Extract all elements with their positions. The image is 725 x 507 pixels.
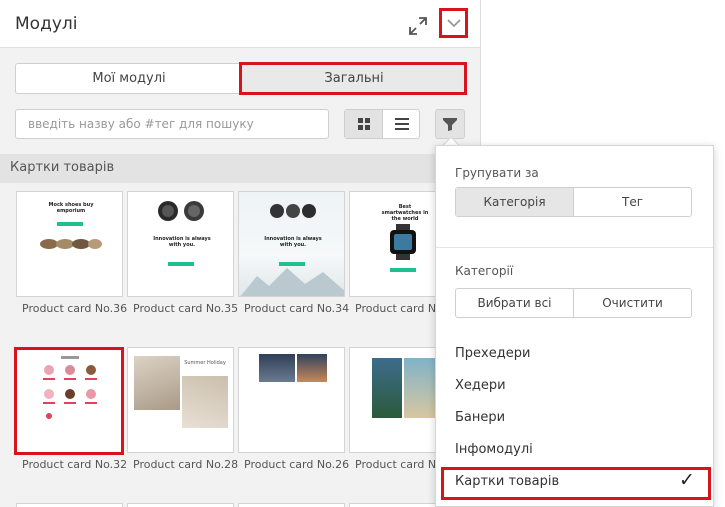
chevron-down-icon [446, 18, 461, 27]
grid-view-icon [357, 118, 370, 130]
view-toggle [344, 109, 420, 139]
card-label: Product card No.34 [244, 302, 350, 315]
section-title: Картки товарів [10, 160, 115, 175]
card-label: Product card No.28 [133, 458, 239, 471]
select-all-button[interactable]: Вибрати всі [456, 289, 574, 317]
list-view-button[interactable] [383, 110, 420, 138]
card-label: Product card No.26 [244, 458, 350, 471]
card-label: Product card No.36 [22, 302, 128, 315]
filter-button[interactable] [435, 109, 465, 139]
list-view-icon [394, 118, 409, 130]
modules-panel: Модулі Мої модулі Загальні введіть назву… [0, 0, 481, 507]
card-label: Product card No.35 [133, 302, 239, 315]
filter-icon [443, 118, 457, 131]
category-item[interactable]: Банери [455, 410, 505, 425]
panel-header: Модулі [0, 0, 480, 48]
module-source-tabs: Мої модулі Загальні [15, 63, 467, 94]
category-item-selected[interactable]: Картки товарів [455, 474, 559, 489]
thumb-heading: Summer Holiday [184, 360, 226, 366]
category-section-bar: Картки товарів [0, 154, 480, 183]
collapse-button[interactable] [439, 8, 468, 38]
card-thumbnail[interactable] [16, 347, 123, 453]
card-thumbnail[interactable]: Innovation is always with you. [127, 191, 234, 297]
card-thumbnail[interactable] [238, 347, 345, 453]
category-item[interactable]: Інфомодулі [455, 442, 533, 457]
tab-my-modules[interactable]: Мої модулі [16, 64, 242, 93]
category-item[interactable]: Прехедери [455, 346, 530, 361]
categories-label: Категорії [455, 264, 514, 278]
check-icon: ✓ [679, 469, 695, 491]
grid-view-button[interactable] [345, 110, 383, 138]
group-category-button[interactable]: Категорія [456, 188, 574, 216]
thumb-heading: Mock shoes buy emporium [48, 202, 94, 214]
group-by-label: Групувати за [455, 166, 539, 180]
category-actions: Вибрати всі Очистити [455, 288, 692, 318]
group-tag-button[interactable]: Тег [574, 188, 691, 216]
tab-general[interactable]: Загальні [241, 64, 467, 93]
module-card-partial[interactable] [16, 503, 123, 507]
category-item[interactable]: Хедери [455, 378, 506, 393]
thumb-heading: Best smartwatches in the world [381, 204, 429, 222]
expand-icon[interactable] [408, 16, 428, 36]
module-card-partial[interactable] [238, 503, 345, 507]
search-input[interactable] [15, 109, 329, 139]
module-card-partial[interactable] [127, 503, 234, 507]
dropdown-divider [436, 247, 713, 248]
group-by-toggle: Категорія Тег [455, 187, 692, 217]
card-thumbnail[interactable]: Mock shoes buy emporium [16, 191, 123, 297]
card-thumbnail[interactable]: Summer Holiday [127, 347, 234, 453]
clear-button[interactable]: Очистити [574, 289, 691, 317]
card-thumbnail[interactable]: Innovation is always with you. [238, 191, 345, 297]
thumb-heading: Innovation is always with you. [153, 236, 211, 248]
panel-title: Модулі [15, 14, 78, 34]
thumb-heading: Innovation is always with you. [264, 236, 322, 248]
card-label: Product card No.32 [22, 458, 128, 471]
filter-dropdown: Групувати за Категорія Тег Категорії Виб… [435, 145, 714, 507]
